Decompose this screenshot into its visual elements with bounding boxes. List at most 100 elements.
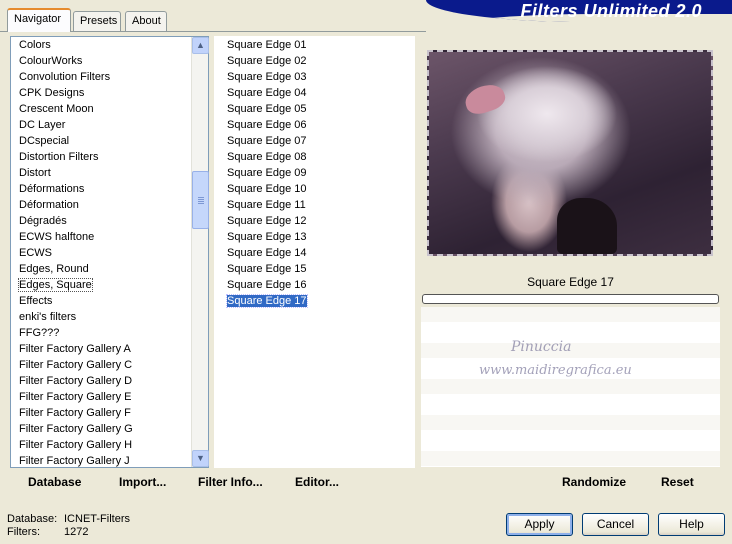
filter-label: Square Edge 06 bbox=[227, 119, 307, 131]
watermark-url: www.maidiregrafica.eu bbox=[479, 363, 632, 378]
progress-bar bbox=[422, 294, 719, 304]
category-item[interactable]: Convolution Filters bbox=[11, 69, 110, 85]
category-item[interactable]: enki's filters bbox=[11, 309, 76, 325]
category-item[interactable]: Edges, Round bbox=[11, 261, 89, 277]
category-item[interactable]: Filter Factory Gallery E bbox=[11, 389, 131, 405]
category-item[interactable]: Distort bbox=[11, 165, 51, 181]
filter-item[interactable]: Square Edge 12 bbox=[215, 213, 307, 229]
database-button[interactable]: Database bbox=[28, 475, 81, 489]
category-item[interactable]: ColourWorks bbox=[11, 53, 82, 69]
filter-item[interactable]: Square Edge 15 bbox=[215, 261, 307, 277]
filter-item[interactable]: Square Edge 11 bbox=[215, 197, 306, 213]
category-item[interactable]: CPK Designs bbox=[11, 85, 84, 101]
category-item[interactable]: Edges, Square bbox=[11, 277, 93, 293]
scroll-up-button[interactable]: ▲ bbox=[192, 37, 209, 54]
filter-item[interactable]: Square Edge 02 bbox=[215, 53, 307, 69]
category-item[interactable]: ECWS halftone bbox=[11, 229, 94, 245]
param-row bbox=[421, 451, 720, 466]
filter-label: Square Edge 16 bbox=[227, 279, 307, 291]
filter-item[interactable]: Square Edge 07 bbox=[215, 133, 307, 149]
category-label: Filter Factory Gallery C bbox=[19, 359, 133, 371]
category-label: Filter Factory Gallery A bbox=[19, 343, 131, 355]
filter-item[interactable]: Square Edge 01 bbox=[215, 37, 307, 53]
filter-item[interactable]: Square Edge 16 bbox=[215, 277, 307, 293]
category-scrollbar[interactable]: ▲ ▼ bbox=[191, 37, 209, 467]
filter-item[interactable]: Square Edge 05 bbox=[215, 101, 307, 117]
filter-label: Square Edge 14 bbox=[227, 247, 307, 259]
cancel-label: Cancel bbox=[596, 517, 635, 531]
category-item[interactable]: ECWS bbox=[11, 245, 52, 261]
parameter-area: Pinuccia www.maidiregrafica.eu bbox=[421, 307, 720, 467]
filter-label: Square Edge 03 bbox=[227, 71, 307, 83]
category-item[interactable]: Filter Factory Gallery F bbox=[11, 405, 131, 421]
scroll-down-button[interactable]: ▼ bbox=[192, 450, 209, 467]
category-label: Filter Factory Gallery D bbox=[19, 375, 133, 387]
category-item[interactable]: Crescent Moon bbox=[11, 101, 94, 117]
filters-count-label: Filters: bbox=[7, 526, 40, 538]
category-label: Filter Factory Gallery F bbox=[19, 407, 131, 419]
category-item[interactable]: Déformation bbox=[11, 197, 79, 213]
filter-item[interactable]: Square Edge 14 bbox=[215, 245, 307, 261]
grip-line bbox=[198, 197, 204, 198]
editor-button[interactable]: Editor... bbox=[295, 475, 339, 489]
filter-item[interactable]: Square Edge 09 bbox=[215, 165, 307, 181]
filter-item[interactable]: Square Edge 03 bbox=[215, 69, 307, 85]
tab-presets-label: Presets bbox=[80, 15, 118, 27]
category-item[interactable]: Effects bbox=[11, 293, 52, 309]
category-item[interactable]: Filter Factory Gallery J bbox=[11, 453, 130, 467]
filter-item[interactable]: Square Edge 04 bbox=[215, 85, 307, 101]
category-label: DCspecial bbox=[19, 135, 70, 147]
chevron-down-icon: ▼ bbox=[196, 453, 205, 463]
filter-label: Square Edge 15 bbox=[227, 263, 307, 275]
category-item[interactable]: Déformations bbox=[11, 181, 84, 197]
filter-item[interactable]: Square Edge 13 bbox=[215, 229, 307, 245]
category-label: FFG??? bbox=[19, 327, 60, 339]
category-item[interactable]: Filter Factory Gallery A bbox=[11, 341, 131, 357]
scroll-thumb[interactable] bbox=[192, 171, 209, 229]
filter-label: Square Edge 05 bbox=[227, 103, 307, 115]
category-label: enki's filters bbox=[19, 311, 77, 323]
grip-line bbox=[198, 199, 204, 200]
filter-info-label: Filter Info... bbox=[198, 475, 263, 489]
filter-item[interactable]: Square Edge 06 bbox=[215, 117, 307, 133]
category-label: Déformation bbox=[19, 199, 79, 211]
category-item[interactable]: DCspecial bbox=[11, 133, 69, 149]
category-item[interactable]: Filter Factory Gallery C bbox=[11, 357, 132, 373]
tab-navigator-label: Navigator bbox=[14, 13, 62, 25]
help-button[interactable]: Help bbox=[658, 513, 725, 536]
category-label: CPK Designs bbox=[19, 87, 85, 99]
category-item[interactable]: DC Layer bbox=[11, 117, 65, 133]
import-button[interactable]: Import... bbox=[119, 475, 166, 489]
tab-about[interactable]: About bbox=[125, 11, 167, 31]
chevron-up-icon: ▲ bbox=[196, 40, 205, 50]
category-list[interactable]: Colors ColourWorks Convolution Filters CPK … bbox=[10, 36, 209, 468]
app-title: Filters Unlimited 2.0 bbox=[520, 1, 702, 21]
category-label: Effects bbox=[19, 295, 53, 307]
category-item[interactable]: Distortion Filters bbox=[11, 149, 98, 165]
apply-label: Apply bbox=[524, 517, 555, 531]
category-item[interactable]: FFG??? bbox=[11, 325, 59, 341]
category-item[interactable]: Colors bbox=[11, 37, 51, 53]
filter-item[interactable]: Square Edge 17 bbox=[215, 293, 308, 309]
filter-label: Square Edge 13 bbox=[227, 231, 307, 243]
action-toolbar: Randomize Reset bbox=[421, 469, 720, 497]
reset-button[interactable]: Reset bbox=[661, 475, 694, 489]
filter-label: Square Edge 12 bbox=[227, 215, 307, 227]
category-item[interactable]: Filter Factory Gallery D bbox=[11, 373, 132, 389]
randomize-label: Randomize bbox=[562, 475, 627, 489]
apply-button[interactable]: Apply bbox=[506, 513, 573, 536]
filter-label: Square Edge 09 bbox=[227, 167, 307, 179]
cancel-button[interactable]: Cancel bbox=[582, 513, 649, 536]
category-label: Crescent Moon bbox=[19, 103, 94, 115]
filter-item[interactable]: Square Edge 08 bbox=[215, 149, 307, 165]
randomize-button[interactable]: Randomize bbox=[562, 475, 626, 489]
filter-info-button[interactable]: Filter Info... bbox=[198, 475, 263, 489]
filter-list[interactable]: Square Edge 01 Square Edge 02 Square Edge … bbox=[214, 36, 415, 468]
database-info-label: Database: bbox=[7, 513, 58, 525]
category-item[interactable]: Dégradés bbox=[11, 213, 67, 229]
filter-item[interactable]: Square Edge 10 bbox=[215, 181, 307, 197]
tab-navigator[interactable]: Navigator bbox=[7, 8, 71, 32]
category-item[interactable]: Filter Factory Gallery H bbox=[11, 437, 132, 453]
category-item[interactable]: Filter Factory Gallery G bbox=[11, 421, 133, 437]
tab-presets[interactable]: Presets bbox=[73, 11, 121, 31]
